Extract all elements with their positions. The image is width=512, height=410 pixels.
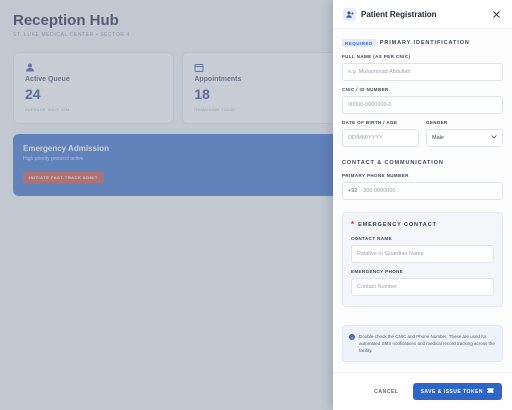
emergency-phone-group: EMERGENCY PHONE [351, 269, 494, 296]
primary-identification-header: REQUIRED PRIMARY IDENTIFICATION [342, 38, 503, 48]
full-name-input[interactable] [342, 63, 503, 81]
phone-field[interactable]: +92 [342, 182, 503, 200]
required-badge: REQUIRED [342, 39, 376, 47]
gender-label: GENDER [426, 120, 448, 125]
drawer-body: REQUIRED PRIMARY IDENTIFICATION FULL NAM… [333, 29, 512, 362]
gender-select[interactable]: Male [426, 129, 503, 147]
drawer-footer: CANCEL SAVE & ISSUE TOKEN [333, 372, 512, 410]
phone-label: PRIMARY PHONE NUMBER [342, 173, 409, 178]
info-icon: i [349, 334, 355, 340]
dob-gender-row: DATE OF BIRTH / AGE GENDER Male [342, 120, 503, 147]
patient-registration-drawer: Patient Registration REQUIRED PRIMARY ID… [333, 0, 512, 410]
cnic-label: CNIC / ID NUMBER [342, 87, 389, 92]
phone-group: PRIMARY PHONE NUMBER +92 [342, 173, 503, 200]
emergency-phone-input[interactable] [351, 278, 494, 296]
country-code: +92 [348, 188, 358, 194]
cancel-button[interactable]: CANCEL [374, 389, 398, 395]
full-name-label: FULL NAME (AS PER CNIC) [342, 54, 411, 59]
drawer-header: Patient Registration [333, 0, 512, 29]
emergency-phone-label: EMERGENCY PHONE [351, 269, 404, 274]
drawer-title: Patient Registration [361, 9, 437, 19]
contact-name-group: CONTACT NAME [351, 236, 494, 263]
full-name-group: FULL NAME (AS PER CNIC) [342, 54, 503, 81]
ticket-icon [487, 388, 494, 395]
emergency-contact-header: * EMERGENCY CONTACT [351, 220, 494, 229]
contact-name-input[interactable] [351, 245, 494, 263]
user-plus-icon [343, 7, 356, 21]
contact-name-label: CONTACT NAME [351, 236, 392, 241]
gender-group: GENDER Male [426, 120, 503, 147]
emergency-contact-card: * EMERGENCY CONTACT CONTACT NAME EMERGEN… [342, 212, 503, 307]
dob-label: DATE OF BIRTH / AGE [342, 120, 398, 125]
asterisk-icon: * [351, 220, 355, 229]
cnic-group: CNIC / ID NUMBER [342, 87, 503, 114]
gender-value: Male [432, 135, 444, 141]
phone-input[interactable] [363, 184, 497, 198]
save-button-label: SAVE & ISSUE TOKEN [420, 388, 483, 395]
close-icon[interactable] [490, 8, 502, 20]
section-title: PRIMARY IDENTIFICATION [379, 40, 470, 46]
dob-group: DATE OF BIRTH / AGE [342, 120, 419, 147]
cnic-input[interactable] [342, 96, 503, 114]
section-title: EMERGENCY CONTACT [358, 222, 437, 228]
dob-input[interactable] [342, 129, 419, 147]
info-notice: i Double-check the CNIC and Phone Number… [342, 325, 503, 362]
section-title: CONTACT & COMMUNICATION [342, 160, 444, 166]
save-issue-token-button[interactable]: SAVE & ISSUE TOKEN [412, 383, 502, 400]
info-text: Double-check the CNIC and Phone Number. … [359, 334, 495, 353]
contact-header: CONTACT & COMMUNICATION [342, 158, 503, 168]
chevron-down-icon [491, 135, 497, 141]
